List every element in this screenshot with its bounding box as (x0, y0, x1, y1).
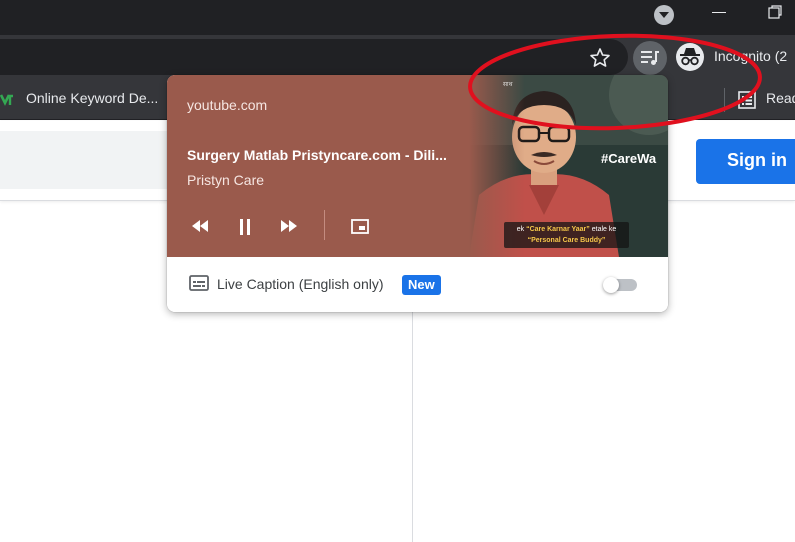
artwork-caption-line2: “Personal Care Buddy” (527, 237, 606, 244)
picture-in-picture-icon (351, 219, 369, 234)
artwork-caption-line1: ek “Care Karnar Yaar” etale ke (504, 224, 629, 235)
live-caption-label: Live Caption (English only) (217, 276, 384, 292)
sign-in-button[interactable]: Sign in (696, 139, 795, 184)
restore-icon[interactable] (767, 4, 783, 20)
live-caption-icon (189, 275, 209, 291)
seek-backward-button[interactable] (186, 213, 214, 241)
artwork-hashtag: #CareWa (601, 151, 657, 166)
toggle-knob (603, 277, 619, 293)
caption-highlight: “Care Karnar Yaar” (526, 226, 590, 233)
reading-list-icon (738, 91, 756, 109)
media-artwork: #CareWa ek “Care Karnar Yaar” etale ke “… (469, 75, 668, 257)
minimize-button[interactable] (712, 12, 726, 13)
caption-prefix: ek (516, 226, 527, 233)
fast-forward-icon (281, 220, 297, 232)
bookmark-label: Read (766, 90, 795, 106)
artwork-caption: ek “Care Karnar Yaar” etale ke “Personal… (504, 222, 629, 248)
music-queue-icon (641, 51, 659, 65)
caption-suffix: etale ke (589, 226, 617, 233)
media-controls-button[interactable] (633, 41, 667, 75)
chevron-down-icon (659, 12, 669, 18)
browser-window: Incognito (2 Online Keyword De... Read S… (0, 0, 795, 542)
live-caption-row: Live Caption (English only) New (167, 257, 668, 312)
seek-forward-button[interactable] (275, 213, 303, 241)
pause-icon (240, 219, 250, 235)
tab-search-button[interactable] (654, 5, 674, 25)
profile-label: Incognito (2 (714, 48, 788, 64)
new-badge: New (402, 275, 441, 295)
bookmark-label: Online Keyword De... (26, 90, 159, 106)
live-caption-toggle[interactable] (603, 277, 639, 293)
media-card[interactable]: youtube.com Surgery Matlab Pristyncare.c… (167, 75, 668, 257)
incognito-icon (680, 48, 700, 66)
media-artist: Pristyn Care (187, 172, 265, 188)
bookmark-star-icon[interactable] (587, 45, 613, 71)
artwork-top-text: साथ (503, 82, 513, 88)
media-origin: youtube.com (187, 97, 268, 113)
pause-button[interactable] (231, 213, 259, 241)
keyword-tool-favicon-icon (0, 94, 13, 106)
picture-in-picture-button[interactable] (346, 213, 374, 241)
title-bar (0, 0, 795, 35)
bookmarks-separator (724, 88, 725, 112)
media-title: Surgery Matlab Pristyncare.com - Dili... (187, 147, 447, 163)
toolbar: Incognito (2 (0, 35, 795, 80)
rewind-icon (192, 220, 208, 232)
address-bar[interactable] (0, 39, 628, 75)
incognito-avatar (676, 43, 704, 71)
media-controls-popup: youtube.com Surgery Matlab Pristyncare.c… (167, 75, 668, 312)
controls-divider (324, 210, 325, 240)
